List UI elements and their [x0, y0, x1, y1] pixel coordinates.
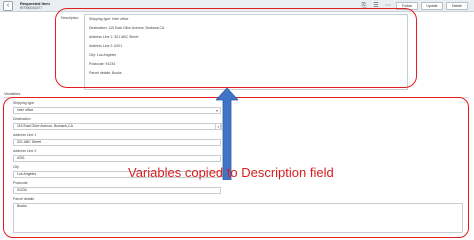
- description-highlight: [55, 8, 417, 88]
- annotation-caption: Variables copied to Description field: [128, 165, 334, 180]
- variables-heading: Variables: [4, 91, 21, 96]
- record-number: RITM0010477: [20, 6, 43, 10]
- back-button[interactable]: ‹: [3, 1, 13, 11]
- delete-button[interactable]: Delete: [446, 2, 468, 10]
- record-form: ‹ Requested Item RITM0010477 ⎘ ☰ ⋯ Follo…: [0, 0, 474, 240]
- update-button[interactable]: Update: [421, 2, 443, 10]
